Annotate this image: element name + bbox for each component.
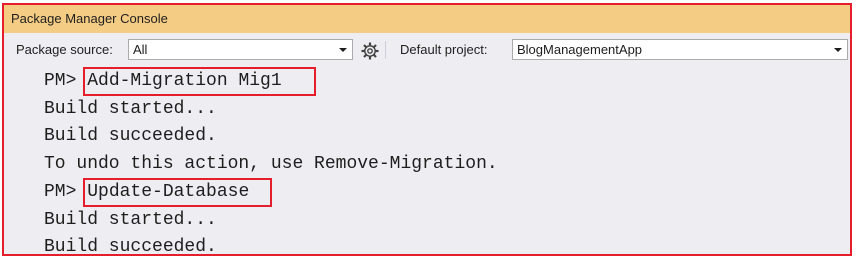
console-toolbar: Package source: All Default project: Blo…	[4, 35, 850, 65]
package-source-value: All	[133, 42, 148, 57]
console-line: To undo this action, use Remove-Migratio…	[44, 154, 498, 174]
console-title-bar[interactable]: Package Manager Console	[4, 5, 850, 33]
console-prompt: PM>	[44, 71, 77, 91]
command-highlight-box	[83, 67, 316, 96]
package-source-label: Package source:	[16, 42, 113, 57]
package-manager-console-panel: Package Manager Console Package source: …	[2, 3, 852, 257]
console-line: Build succeeded.	[44, 237, 217, 257]
default-project-label: Default project:	[400, 42, 488, 57]
console-prompt: PM>	[44, 182, 77, 202]
console-output[interactable]: PM> Add-Migration Mig1 Build started... …	[4, 65, 850, 257]
chevron-down-icon	[339, 48, 347, 52]
command-highlight-box	[83, 178, 272, 207]
settings-gear-icon[interactable]	[359, 40, 381, 62]
default-project-value: BlogManagementApp	[517, 42, 643, 57]
console-title: Package Manager Console	[11, 11, 168, 26]
console-line: Build started...	[44, 99, 217, 119]
default-project-dropdown[interactable]: BlogManagementApp	[512, 39, 848, 60]
console-line: Build succeeded.	[44, 126, 217, 146]
toolbar-separator	[385, 41, 386, 59]
package-source-dropdown[interactable]: All	[128, 39, 353, 60]
chevron-down-icon	[834, 48, 842, 52]
console-line: Build started...	[44, 210, 217, 230]
